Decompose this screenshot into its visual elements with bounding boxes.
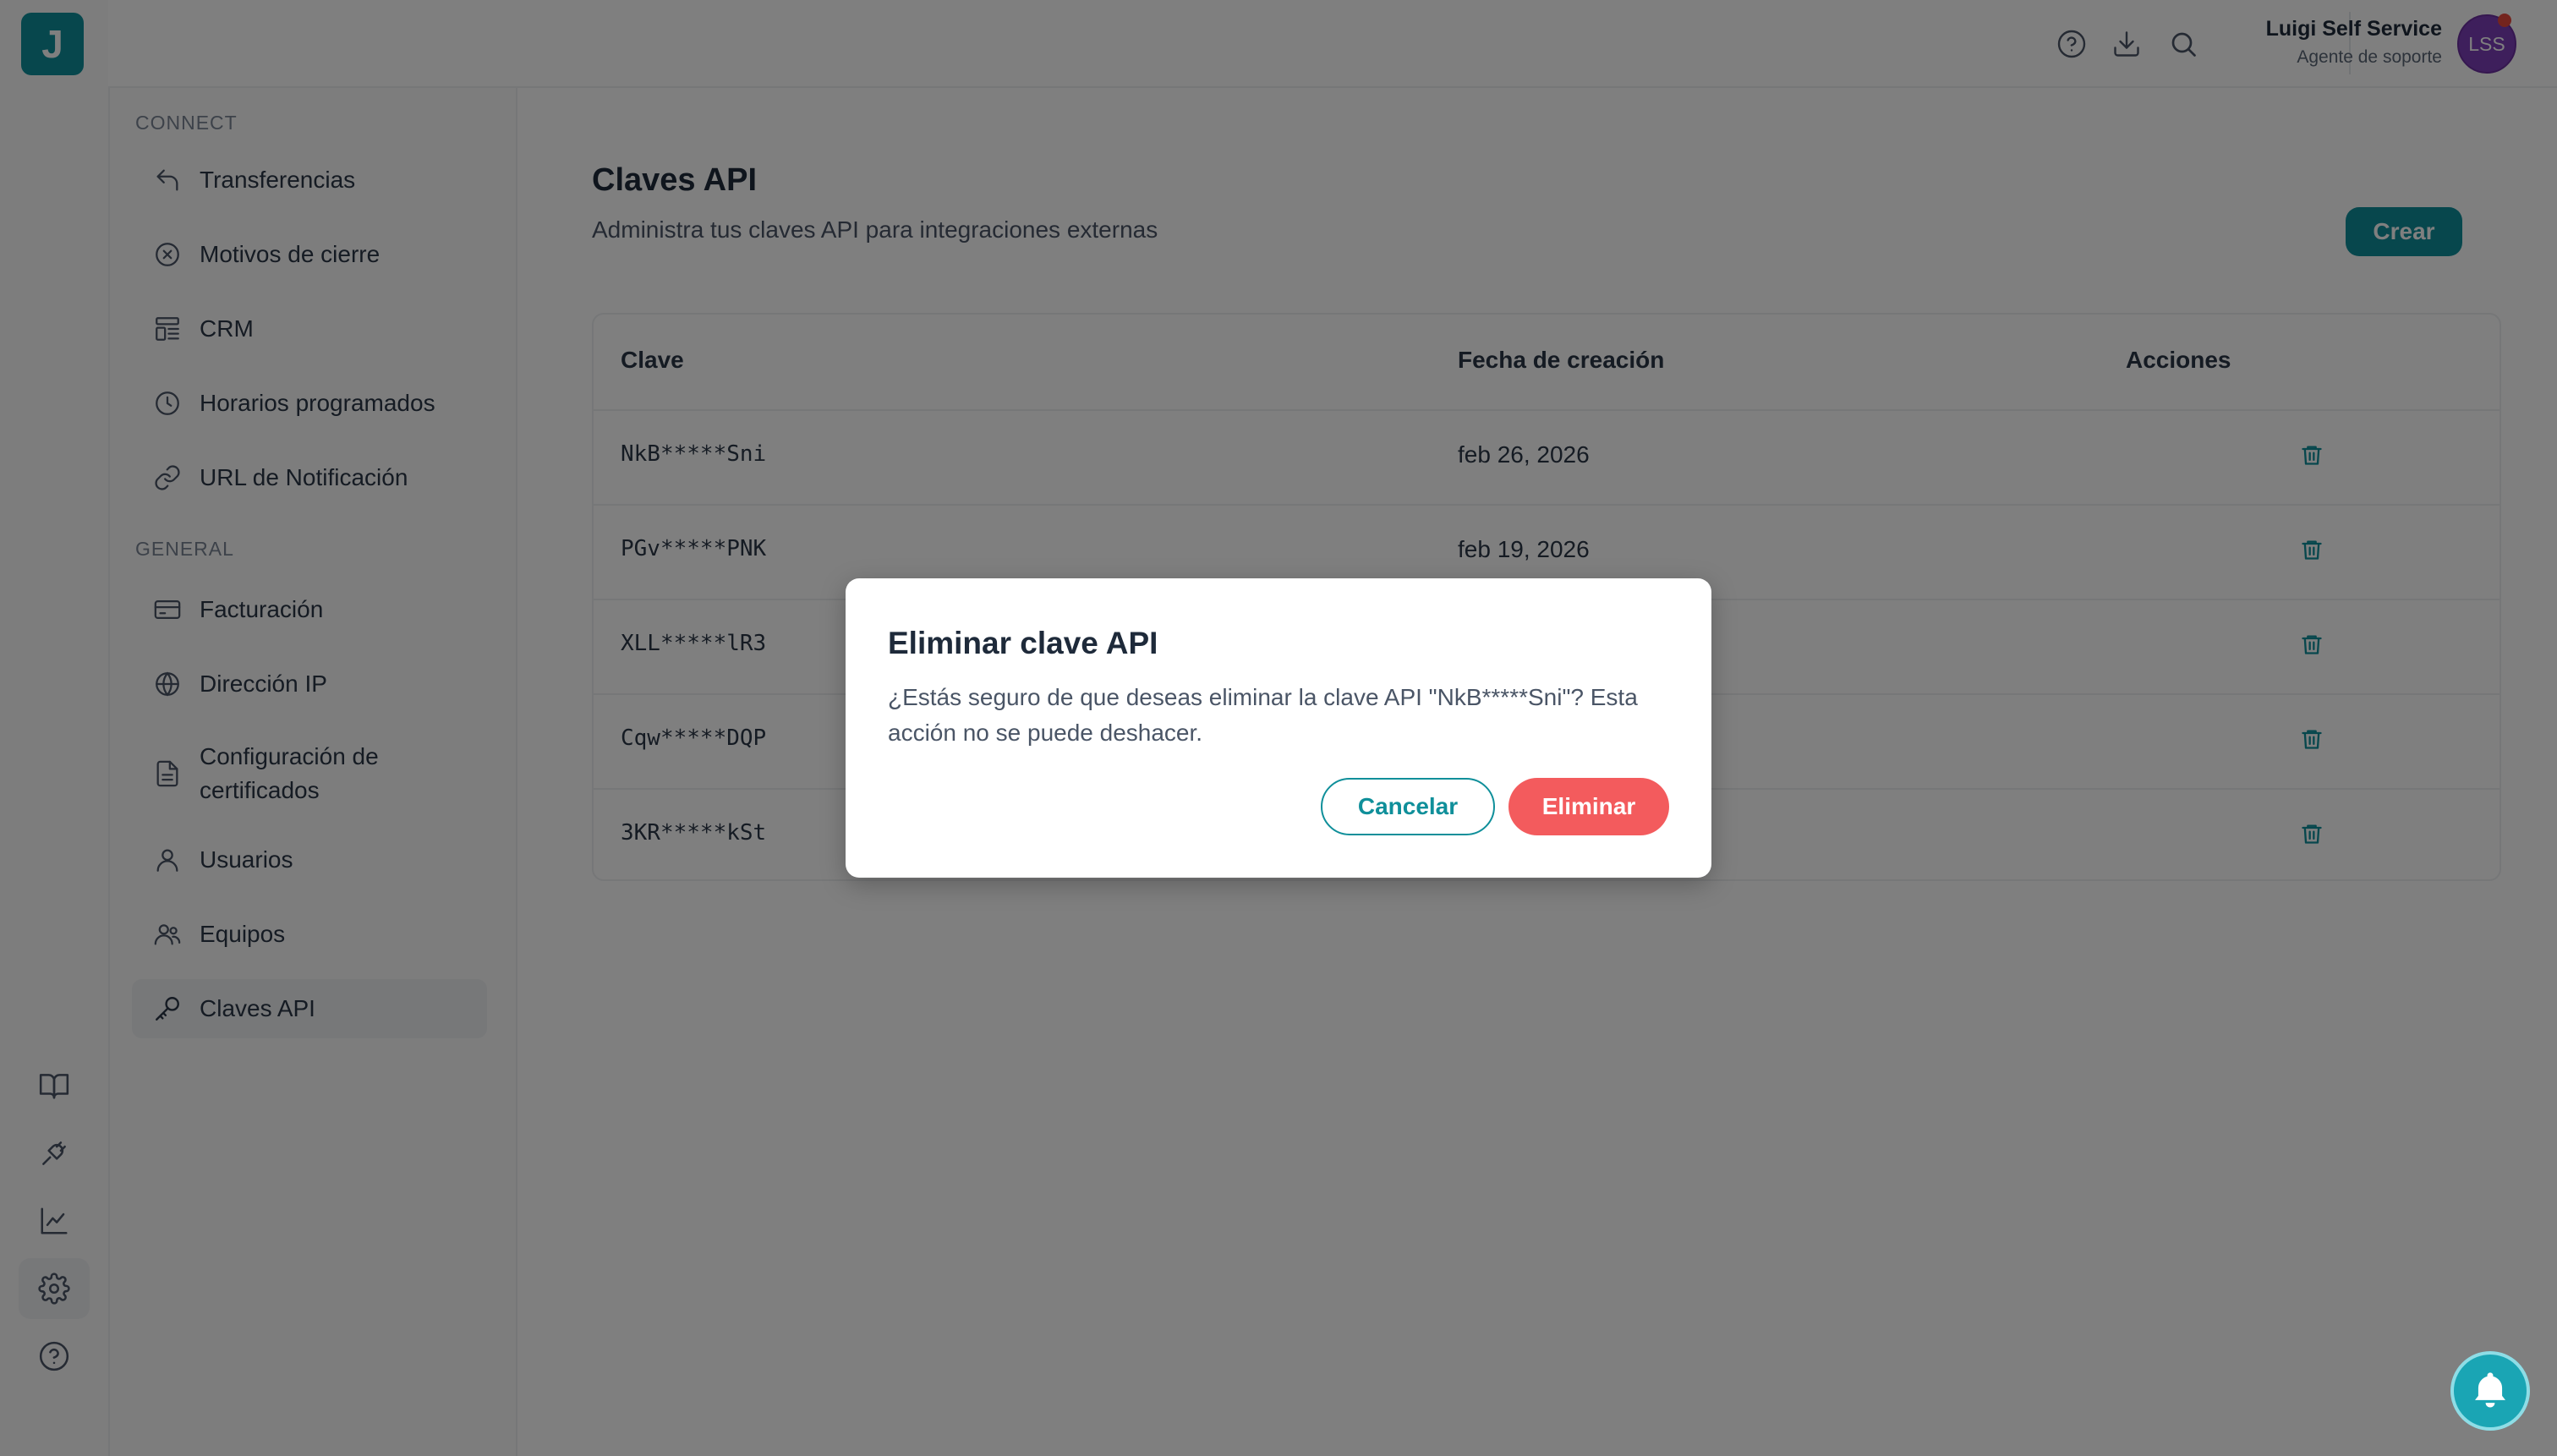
delete-api-key-dialog: Eliminar clave API ¿Estás seguro de que …	[846, 578, 1711, 878]
cancel-button[interactable]: Cancelar	[1321, 778, 1495, 835]
dialog-message: ¿Estás seguro de que deseas eliminar la …	[888, 684, 1638, 746]
confirm-delete-button[interactable]: Eliminar	[1508, 778, 1669, 835]
notifications-fab[interactable]	[2450, 1351, 2530, 1431]
bell-icon	[2475, 1372, 2505, 1408]
dialog-title: Eliminar clave API	[888, 626, 1158, 660]
